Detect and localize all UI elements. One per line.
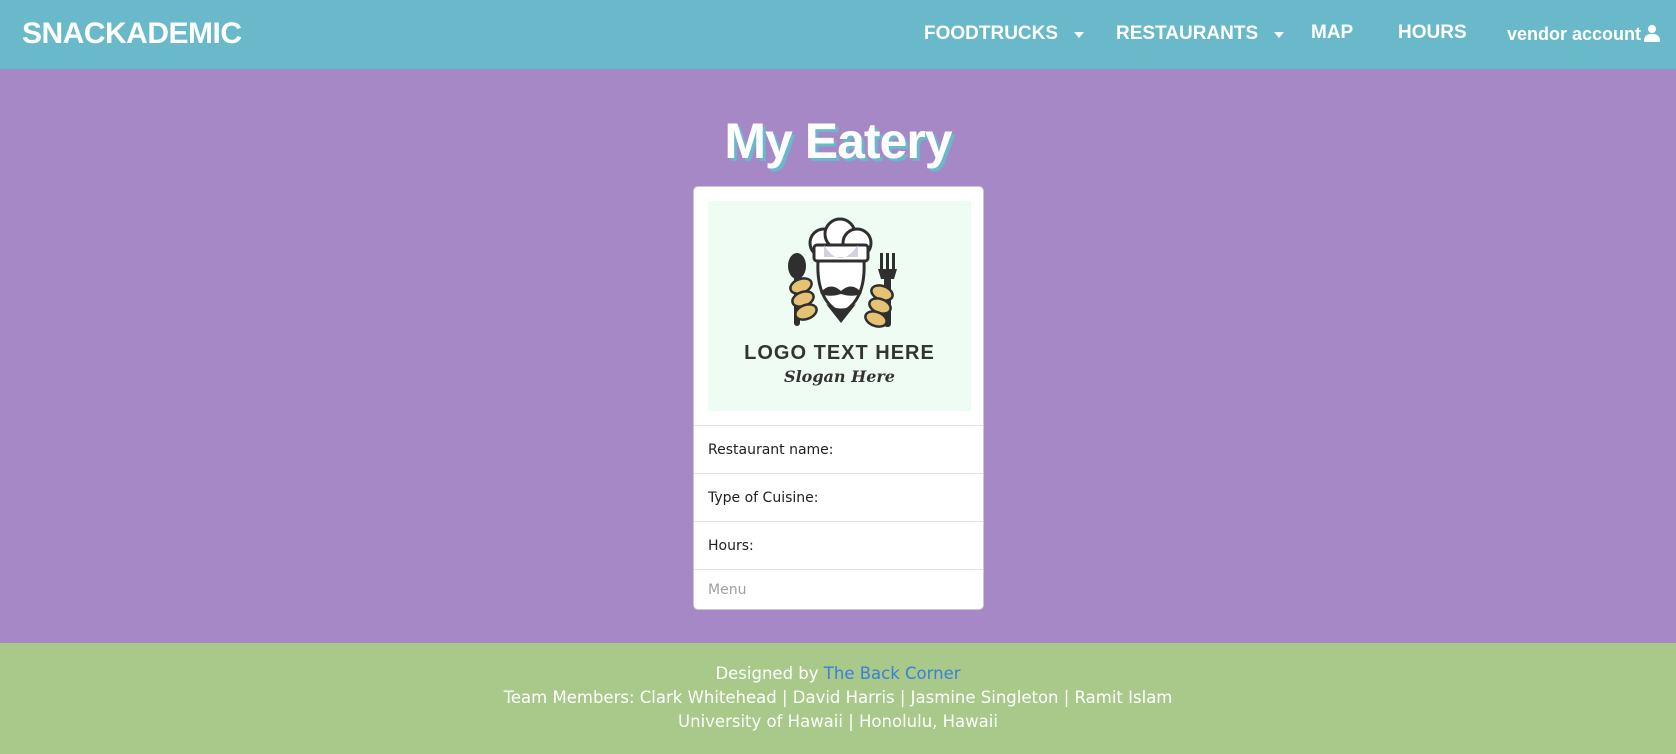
vendor-account-label: vendor account: [1507, 23, 1642, 44]
designed-by-line: Designed by The Back Corner: [0, 662, 1676, 686]
menu-link[interactable]: Menu: [694, 569, 983, 609]
page-title: My Eatery: [724, 113, 952, 169]
back-corner-link[interactable]: The Back Corner: [824, 664, 961, 683]
vendor-account-link[interactable]: vendor account: [1507, 20, 1661, 48]
nav-hours-link[interactable]: HOURS: [1398, 19, 1467, 47]
top-navbar: SNACKADEMIC FOODTRUCKS RESTAURANTS MAP H…: [0, 0, 1676, 69]
restaurant-name-field: Restaurant name:: [694, 425, 983, 473]
nav-restaurants-label: RESTAURANTS: [1116, 23, 1259, 44]
hours-field: Hours:: [694, 521, 983, 569]
user-icon: [1643, 25, 1661, 43]
nav-restaurants-dropdown[interactable]: RESTAURANTS: [1116, 20, 1285, 48]
brand-logo[interactable]: SNACKADEMIC: [22, 14, 242, 54]
team-members-text: Team Members: Clark Whitehead | David Ha…: [503, 688, 1173, 707]
nav-foodtrucks-dropdown[interactable]: FOODTRUCKS: [924, 20, 1085, 48]
logo-text: LOGO TEXT HERE: [744, 342, 935, 364]
nav-foodtrucks-label: FOODTRUCKS: [924, 23, 1059, 44]
caret-down-icon: [1274, 32, 1285, 38]
designed-by-text: Designed by: [715, 664, 819, 683]
nav-map-label: MAP: [1311, 22, 1354, 43]
caret-down-icon: [1074, 32, 1085, 38]
restaurant-logo-image: LOGO TEXT HERE Slogan Here: [708, 201, 971, 411]
cuisine-type-field: Type of Cuisine:: [694, 473, 983, 521]
nav-map-link[interactable]: MAP: [1311, 19, 1353, 47]
chef-logo-icon: [788, 217, 897, 328]
restaurant-card: LOGO TEXT HERE Slogan Here Restaurant na…: [693, 186, 984, 610]
page-footer: Designed by The Back Corner Team Members…: [0, 643, 1676, 754]
location-text: University of Hawaii | Honolulu, Hawaii: [678, 712, 998, 731]
nav-hours-label: HOURS: [1398, 22, 1467, 43]
logo-slogan: Slogan Here: [784, 367, 895, 386]
